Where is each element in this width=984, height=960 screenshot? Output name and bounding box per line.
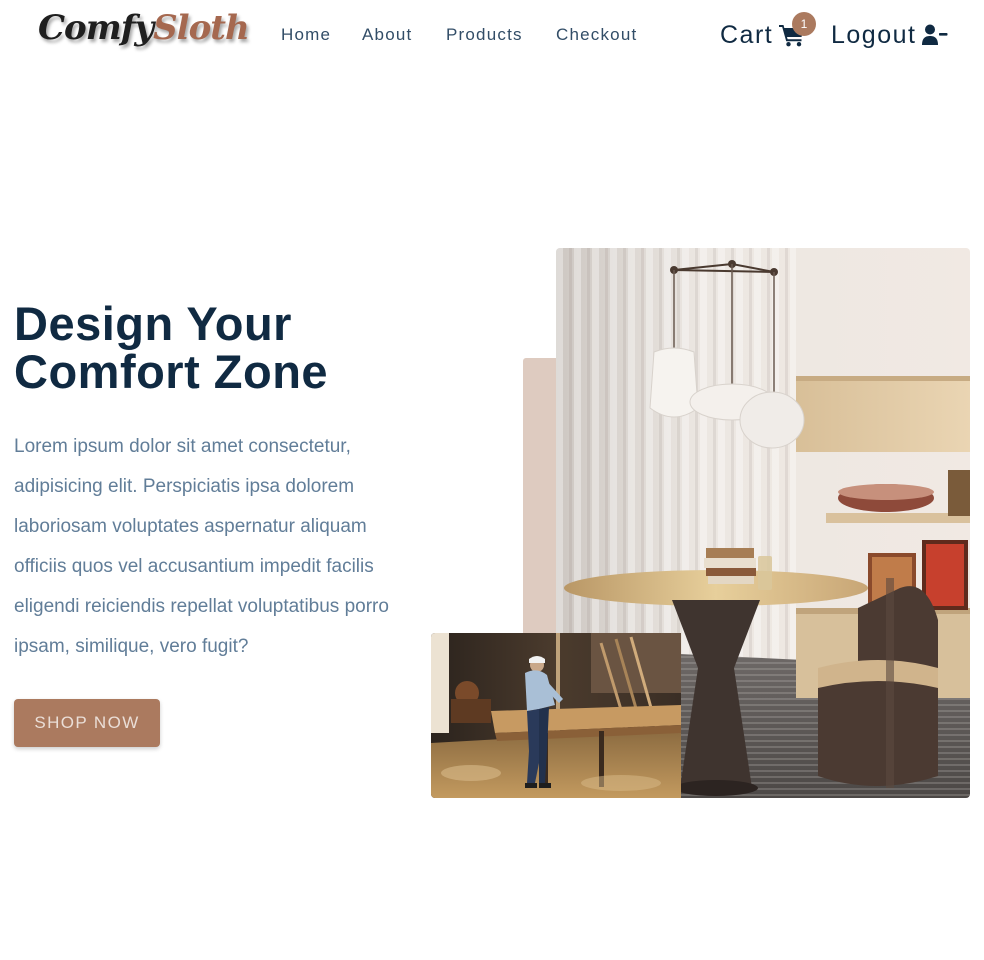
user-minus-icon [922,24,948,46]
nav-link-home[interactable]: Home [281,25,331,45]
hero-accent-image [431,633,681,798]
logout-button[interactable]: Logout [831,18,948,52]
nav-link-products[interactable]: Products [446,25,523,45]
nav-link-about[interactable]: About [362,25,412,45]
shop-now-button[interactable]: SHOP NOW [14,699,160,747]
hero-title-line-2: Comfort Zone [14,345,329,398]
logout-label: Logout [831,20,917,49]
hero-title-line-1: Design Your [14,297,292,350]
hero-title: Design Your Comfort Zone [14,300,434,396]
logo-part-2: Sloth [153,8,250,48]
cart-count-badge: 1 [792,12,816,36]
navbar: ComfySloth Home About Products Checkout … [0,0,984,70]
hero-description: Lorem ipsum dolor sit amet consectetur, … [14,436,389,657]
cart-label: Cart [720,20,774,49]
nav-link-checkout[interactable]: Checkout [556,25,637,45]
logo-part-1: Comfy [38,8,154,48]
logo[interactable]: ComfySloth [38,8,250,48]
